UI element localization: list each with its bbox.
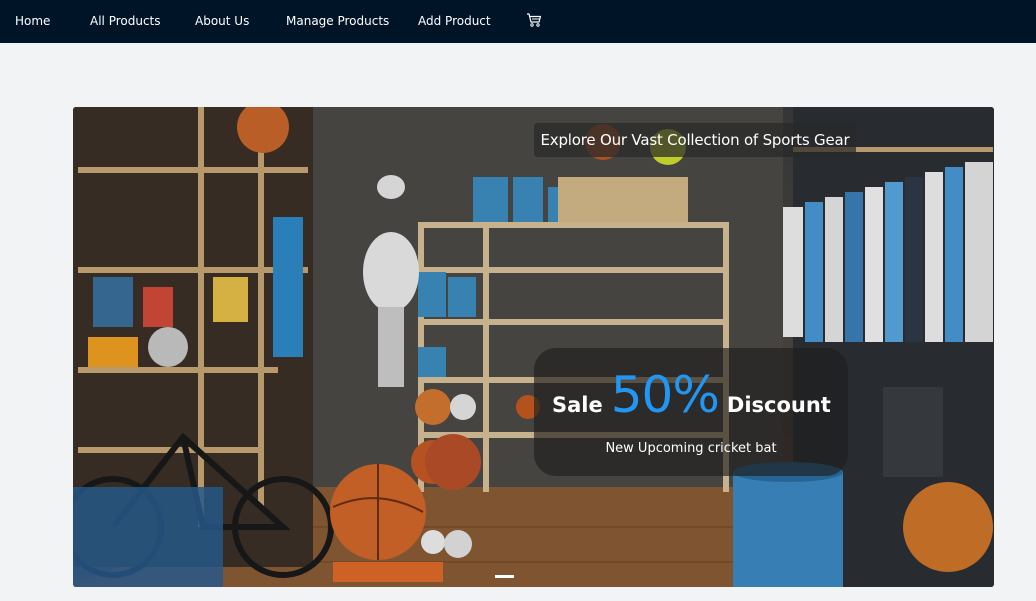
sports-garage-image <box>73 107 994 587</box>
carousel-indicator[interactable] <box>495 575 514 578</box>
promo-subtitle: New Upcoming cricket bat <box>605 441 777 456</box>
nav-manage-products[interactable]: Manage Products <box>286 14 389 28</box>
promo-sale-text: Sale <box>552 393 603 417</box>
nav-add-product[interactable]: Add Product <box>418 14 491 28</box>
top-navbar: Home All Products About Us Manage Produc… <box>0 0 1036 43</box>
promo-box: Sale 50% Discount New Upcoming cricket b… <box>534 348 848 476</box>
nav-about-us[interactable]: About Us <box>195 14 249 28</box>
promo-headline: Sale 50% Discount <box>552 366 831 424</box>
hero-caption: Explore Our Vast Collection of Sports Ge… <box>534 123 856 157</box>
cart-icon[interactable] <box>526 12 542 28</box>
nav-home[interactable]: Home <box>15 14 50 28</box>
hero-carousel[interactable] <box>73 107 994 587</box>
nav-all-products[interactable]: All Products <box>90 14 161 28</box>
promo-percent: 50% <box>610 366 720 424</box>
promo-discount-text: Discount <box>726 393 831 417</box>
